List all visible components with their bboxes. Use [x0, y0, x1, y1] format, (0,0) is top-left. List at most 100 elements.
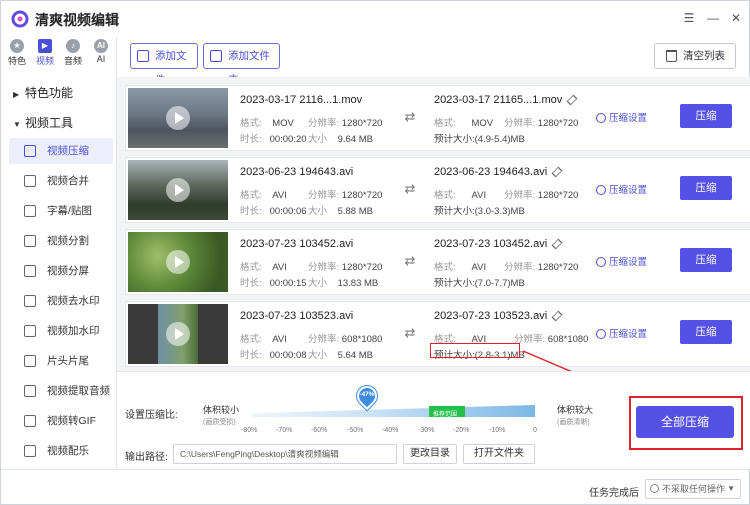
estimate-size: 预计大小:(7.0-7.7)MB [434, 278, 525, 289]
sidebar-item-label: 视频配乐 [47, 445, 89, 457]
category-audio[interactable]: ♪ 音频 [60, 39, 86, 67]
estimate-size: 预计大小:(3.0-3.3)MB [434, 206, 525, 217]
edit-name-icon[interactable] [551, 238, 563, 250]
output-format: 格式: AVI [434, 190, 487, 201]
edit-name-icon[interactable] [551, 166, 563, 178]
section-feature[interactable]: ▶ 特色功能 [13, 84, 73, 101]
sidebar-item-bgm[interactable]: 视频配乐 [9, 438, 113, 464]
play-icon[interactable] [166, 178, 190, 202]
compress-settings-link[interactable]: 压缩设置 [596, 182, 647, 196]
edit-name-icon[interactable] [551, 310, 563, 322]
file-name: 2023-06-23 194643.avi [240, 166, 354, 178]
compress-settings-link[interactable]: 压缩设置 [596, 326, 647, 340]
estimate-size: 预计大小:(4.9-5.4)MB [434, 134, 525, 145]
settings-gear-icon [596, 185, 606, 195]
output-path-input[interactable]: C:\Users\FengPing\Desktop\清爽视频编辑 [173, 444, 397, 464]
larger-size-sub: (画质清晰) [557, 419, 590, 426]
expand-arrow-icon: ▶ [13, 90, 20, 99]
smaller-size-sub: (画质受损) [203, 419, 236, 426]
clear-list-button[interactable]: 清空列表 [654, 43, 736, 69]
video-thumbnail[interactable] [128, 232, 228, 292]
file-row: 2023-03-17 2116...1.mov 格式: MOV 分辨率: 128… [125, 85, 750, 151]
bgm-icon [24, 445, 36, 457]
video-thumbnail[interactable] [128, 304, 228, 364]
estimate-highlight-box [430, 343, 520, 358]
play-icon[interactable] [166, 322, 190, 346]
file-name: 2023-07-23 103523.avi [240, 310, 354, 322]
sidebar: ★ 特色 ▶ 视频 ♪ 音频 AI AI ▶ 特色功能 ▼ 视频工具 视频压缩 视频… [1, 37, 117, 469]
larger-size-label: 体积较大 [557, 405, 594, 415]
sidebar-item-splitscreen[interactable]: 视频分屏 [9, 258, 113, 284]
add-file-button[interactable]: 添加文件 [130, 43, 198, 86]
compression-slider[interactable] [251, 405, 535, 417]
change-directory-button[interactable]: 更改目录 [403, 444, 457, 464]
sidebar-item-extract-audio[interactable]: 视频提取音频 [9, 378, 113, 404]
convert-arrow-icon: ⇄ [404, 109, 416, 124]
sidebar-item-merge[interactable]: 视频合并 [9, 168, 113, 194]
file-duration: 时长: 00:00:20 [240, 134, 307, 145]
category-label: AI [96, 54, 106, 64]
minimize-icon[interactable]: — [706, 11, 720, 25]
ai-icon: AI [94, 39, 108, 53]
close-icon[interactable]: ✕ [729, 11, 743, 25]
after-task-option: 不采取任何操作 [662, 484, 726, 494]
file-duration: 时长: 00:00:15 [240, 278, 307, 289]
open-folder-button[interactable]: 打开文件夹 [463, 444, 535, 464]
sidebar-item-label: 视频去水印 [47, 295, 100, 307]
section-video-tools[interactable]: ▼ 视频工具 [13, 114, 73, 131]
category-ai[interactable]: AI AI [88, 39, 114, 64]
compress-settings-link[interactable]: 压缩设置 [596, 110, 647, 124]
after-task-select[interactable]: 不采取任何操作 ▼ [645, 479, 741, 499]
compress-button[interactable]: 压缩 [680, 176, 732, 200]
output-format: 格式: AVI [434, 262, 487, 273]
compress-settings-link[interactable]: 压缩设置 [596, 254, 647, 268]
slider-value: -47% [359, 391, 375, 398]
add-watermark-icon [24, 325, 36, 337]
compress-button[interactable]: 压缩 [680, 104, 732, 128]
output-path-label: 输出路径: [125, 452, 168, 463]
file-size: 大小 5.64 MB [308, 350, 373, 361]
compress-all-button[interactable]: 全部压缩 [636, 406, 734, 438]
category-video[interactable]: ▶ 视频 [32, 39, 58, 67]
tick-label: -60% [311, 427, 328, 434]
status-bar: 任务完成后 不采取任何操作 ▼ [1, 469, 749, 504]
menu-icon[interactable]: ☰ [682, 11, 696, 25]
convert-arrow-icon: ⇄ [404, 253, 416, 268]
sidebar-item-gif[interactable]: 视频转GIF [9, 408, 113, 434]
edit-name-icon[interactable] [566, 94, 578, 106]
play-icon[interactable] [166, 250, 190, 274]
output-format: 格式: MOV [434, 118, 494, 129]
add-folder-button[interactable]: 添加文件夹 [203, 43, 280, 86]
file-row: 2023-07-23 103452.avi 格式: AVI 分辨率: 1280*… [125, 229, 750, 295]
output-resolution: 分辨率: 1280*720 [504, 262, 579, 273]
category-feature[interactable]: ★ 特色 [4, 39, 30, 67]
sidebar-item-label: 视频合并 [47, 175, 89, 187]
sidebar-item-label: 视频加水印 [47, 325, 100, 337]
settings-gear-icon [596, 257, 606, 267]
compress-icon [24, 145, 36, 157]
subtitle-icon [24, 205, 36, 217]
sidebar-item-add-watermark[interactable]: 视频加水印 [9, 318, 113, 344]
sidebar-item-split[interactable]: 视频分割 [9, 228, 113, 254]
gif-icon [24, 415, 36, 427]
file-resolution: 分辨率: 1280*720 [308, 190, 383, 201]
sidebar-item-label: 字幕/贴图 [47, 205, 92, 217]
video-thumbnail[interactable] [128, 160, 228, 220]
add-folder-icon [210, 50, 222, 62]
sidebar-item-compress[interactable]: 视频压缩 [9, 138, 113, 164]
intro-outro-icon [24, 355, 36, 367]
compress-button[interactable]: 压缩 [680, 320, 732, 344]
video-thumbnail[interactable] [128, 88, 228, 148]
recommended-range-label: 推荐范围 [433, 412, 458, 418]
output-resolution: 分辨率: 1280*720 [504, 190, 579, 201]
play-icon[interactable] [166, 106, 190, 130]
sidebar-item-remove-watermark[interactable]: 视频去水印 [9, 288, 113, 314]
tick-label: -30% [418, 427, 435, 434]
sidebar-item-subtitle[interactable]: 字幕/贴图 [9, 198, 113, 224]
app-logo-icon [11, 10, 29, 28]
sidebar-item-intro-outro[interactable]: 片头片尾 [9, 348, 113, 374]
output-file-name: 2023-06-23 194643.avi [434, 166, 563, 178]
compress-button[interactable]: 压缩 [680, 248, 732, 272]
trash-icon [666, 50, 677, 62]
file-resolution: 分辨率: 1280*720 [308, 262, 383, 273]
